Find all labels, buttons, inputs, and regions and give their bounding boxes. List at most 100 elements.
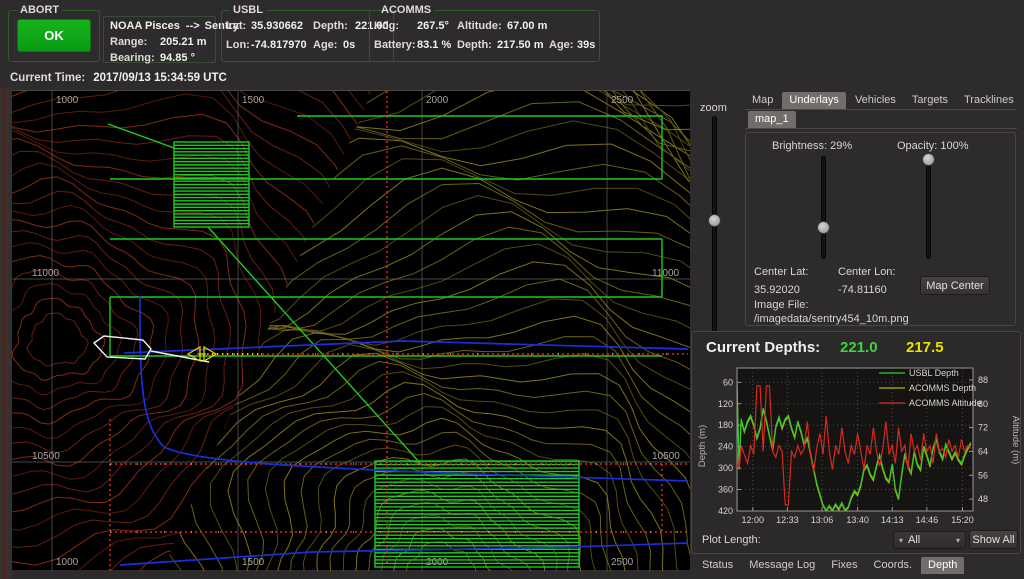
svg-text:240: 240 — [718, 442, 733, 452]
depth-chart: 6012018024030036042088807264564812:0012:… — [693, 360, 1021, 530]
range-label: Range: — [110, 35, 160, 51]
brightness-slider[interactable] — [821, 156, 826, 259]
brightness-slider-thumb[interactable] — [817, 221, 830, 234]
tab-tracklines[interactable]: Tracklines — [957, 92, 1021, 109]
underlay-tabbar: map_1 — [748, 111, 796, 128]
acomms-current-depth: 217.5 — [906, 339, 944, 356]
tab-underlays[interactable]: Underlays — [782, 92, 846, 109]
link-arrow: --> — [186, 19, 200, 35]
combo-down-arrow-icon: ▾ — [951, 536, 965, 545]
svg-text:13:06: 13:06 — [811, 515, 834, 525]
svg-text:2500: 2500 — [611, 95, 634, 106]
plot-length-value: All — [908, 534, 951, 546]
svg-text:15:20: 15:20 — [951, 515, 974, 525]
ship-name: NOAA Pisces — [110, 19, 180, 35]
abort-group: ABORT OK — [8, 4, 100, 62]
svg-text:72: 72 — [978, 423, 988, 433]
opacity-slider-thumb[interactable] — [922, 153, 935, 166]
tab-message-log[interactable]: Message Log — [742, 557, 822, 574]
svg-text:360: 360 — [718, 485, 733, 495]
svg-text:1500: 1500 — [242, 557, 265, 568]
tab-targets[interactable]: Targets — [905, 92, 955, 109]
underlay-settings-panel — [745, 132, 1016, 326]
svg-text:56: 56 — [978, 470, 988, 480]
acomms-hdg-label: Hdg: — [374, 19, 417, 35]
current-time-value: 2017/09/13 15:34:59 UTC — [93, 70, 227, 87]
usbl-lon-value: -74.817970 — [251, 38, 313, 54]
right-panel-tabbar: Map Underlays Vehicles Targets Trackline… — [745, 92, 1021, 109]
usbl-age-label: Age: — [313, 38, 343, 54]
center-lat-value: 35.92020 — [754, 284, 800, 296]
svg-text:10500: 10500 — [32, 451, 60, 462]
svg-text:12:00: 12:00 — [741, 515, 764, 525]
zoom-slider-label: zoom — [700, 102, 727, 114]
range-value: 205.21 m — [160, 35, 206, 51]
map-center-button[interactable]: Map Center — [920, 276, 990, 295]
usbl-lat-label: Lat: — [226, 19, 251, 35]
tab-fixes[interactable]: Fixes — [824, 557, 864, 574]
svg-text:300: 300 — [718, 463, 733, 473]
opacity-label: Opacity: 100% — [897, 140, 969, 152]
vehicle-link-box: NOAA Pisces --> Sentry Range: 205.21 m B… — [103, 16, 216, 63]
show-all-button[interactable]: Show All — [969, 530, 1018, 549]
usbl-group: USBL Lat: 35.930662 Depth: 221.00 Lon: -… — [221, 4, 394, 62]
tabbar-underline — [745, 109, 1017, 110]
acomms-age-value: 39s — [577, 38, 595, 54]
svg-text:USBL Depth: USBL Depth — [909, 368, 959, 378]
acomms-battery-value: 83.1 % — [417, 38, 457, 54]
abort-ok-button[interactable]: OK — [17, 19, 91, 52]
svg-text:180: 180 — [718, 420, 733, 430]
svg-text:420: 420 — [718, 506, 733, 516]
svg-text:14:46: 14:46 — [916, 515, 939, 525]
svg-text:Altitude (m): Altitude (m) — [1010, 416, 1021, 465]
underlay-tabbar-underline — [745, 128, 1017, 129]
map-viewport[interactable]: 1000100015001500200020002500250011000110… — [12, 90, 690, 570]
bearing-value: 94.85 ° — [160, 51, 195, 67]
acomms-group-label: ACOMMS — [378, 4, 434, 16]
abort-group-label: ABORT — [17, 4, 62, 16]
acomms-group: ACOMMS Hdg: 267.5° Altitude: 67.00 m Bat… — [369, 4, 600, 62]
tab-status[interactable]: Status — [695, 557, 740, 574]
svg-text:11000: 11000 — [652, 268, 680, 279]
bearing-label: Bearing: — [110, 51, 160, 67]
usbl-group-label: USBL — [230, 4, 266, 16]
svg-text:2500: 2500 — [611, 557, 634, 568]
acomms-depth-label: Depth: — [457, 38, 497, 54]
svg-text:60: 60 — [723, 377, 733, 387]
acomms-battery-label: Battery: — [374, 38, 417, 54]
current-time-label: Current Time: — [10, 70, 85, 87]
usbl-lat-value: 35.930662 — [251, 19, 313, 35]
plot-length-select[interactable]: ▾ All ▾ — [893, 531, 966, 549]
tab-map-1[interactable]: map_1 — [748, 111, 796, 128]
depths-panel-title: Current Depths: — [706, 339, 820, 356]
svg-text:48: 48 — [978, 494, 988, 504]
tab-coords[interactable]: Coords. — [867, 557, 920, 574]
image-file-path: /imagedata/sentry454_10m.png — [754, 313, 909, 325]
bottom-tabbar: Status Message Log Fixes Coords. Depth — [695, 557, 964, 574]
image-file-label: Image File: — [754, 299, 808, 311]
brightness-label: Brightness: 29% — [772, 140, 852, 152]
tab-vehicles[interactable]: Vehicles — [848, 92, 903, 109]
usbl-current-depth: 221.0 — [840, 339, 878, 356]
svg-text:1500: 1500 — [242, 95, 265, 106]
tab-depth[interactable]: Depth — [921, 557, 964, 574]
acomms-age-label: Age: — [549, 38, 577, 54]
zoom-slider[interactable] — [712, 116, 717, 356]
tab-map[interactable]: Map — [745, 92, 780, 109]
svg-text:12:33: 12:33 — [776, 515, 799, 525]
plot-length-label: Plot Length: — [702, 534, 761, 546]
auv-navigation-app: { "header": { "abort": { "group_label": … — [0, 0, 1024, 579]
acomms-altitude-label: Altitude: — [457, 19, 507, 35]
combo-left-arrow-icon: ▾ — [894, 536, 908, 545]
zoom-slider-thumb[interactable] — [708, 214, 721, 227]
center-lat-label: Center Lat: — [754, 266, 808, 278]
svg-text:64: 64 — [978, 446, 988, 456]
bathymetry-map[interactable]: 1000100015001500200020002500250011000110… — [12, 91, 690, 571]
svg-text:1000: 1000 — [56, 95, 79, 106]
usbl-lon-label: Lon: — [226, 38, 251, 54]
usbl-depth-label: Depth: — [313, 19, 355, 35]
opacity-slider[interactable] — [926, 156, 931, 259]
acomms-depth-value: 217.50 m — [497, 38, 549, 54]
center-lon-value: -74.81160 — [838, 284, 887, 296]
window-edge-strip — [0, 88, 12, 579]
